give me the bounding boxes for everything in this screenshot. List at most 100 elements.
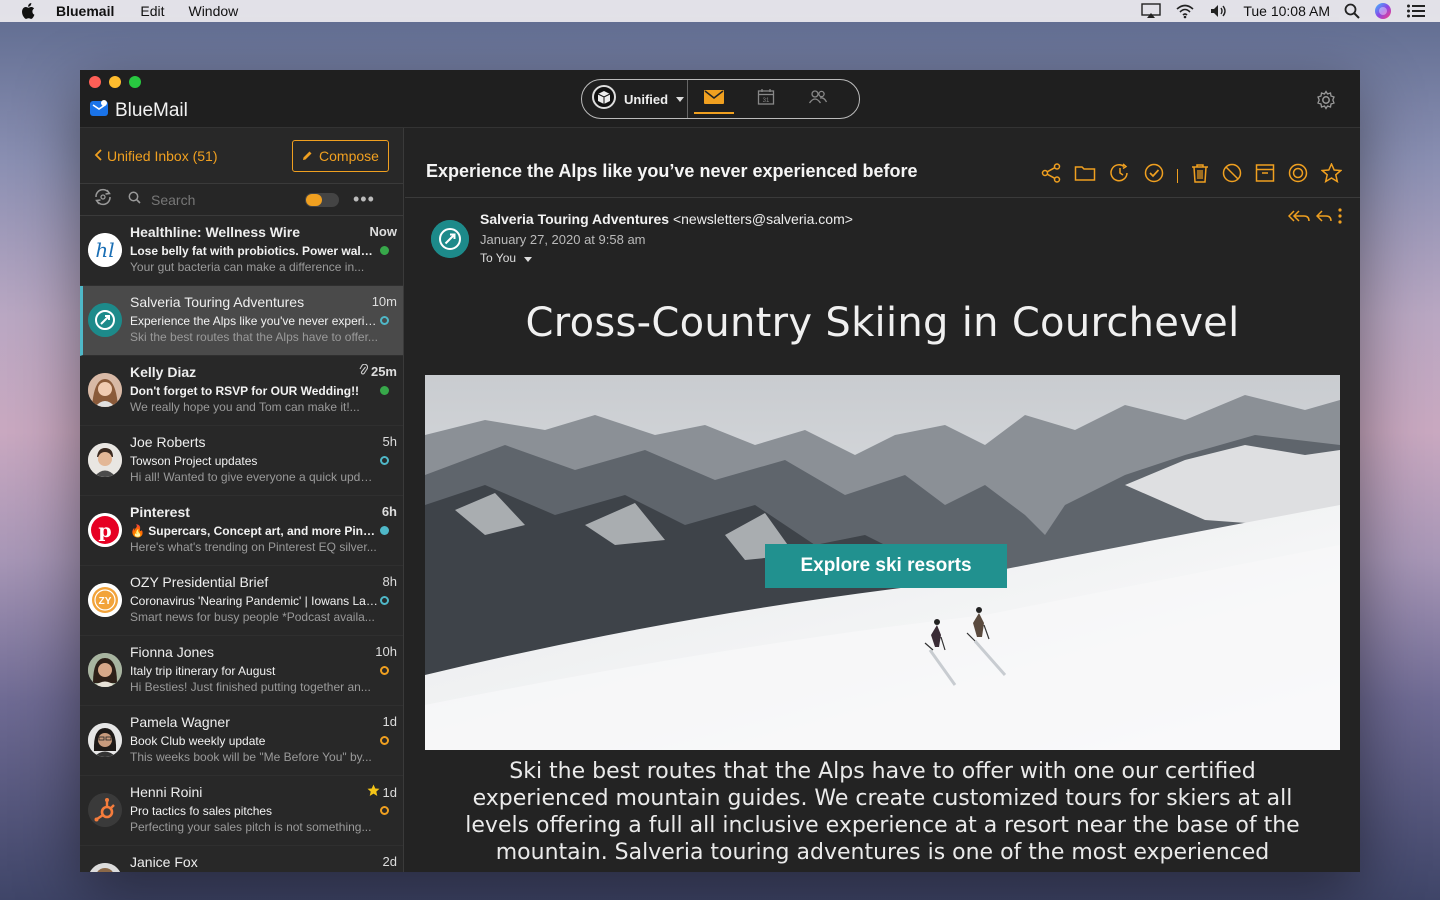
subject-line: Towson Project updates bbox=[130, 454, 258, 468]
svg-text:ZY: ZY bbox=[99, 596, 112, 607]
trash-icon[interactable] bbox=[1191, 163, 1209, 188]
list-item-selected[interactable]: Salveria Touring Adventures 10m Experien… bbox=[80, 286, 403, 356]
gear-icon bbox=[1316, 90, 1336, 114]
time-label: 8h bbox=[382, 574, 397, 589]
archive-icon[interactable] bbox=[1255, 163, 1275, 188]
bluemail-window: BlueMail Unified 31 Unified Inbox (51) C… bbox=[80, 70, 1360, 872]
compose-button[interactable]: Compose bbox=[292, 139, 389, 172]
search-input[interactable]: Search bbox=[151, 192, 291, 208]
wifi-icon[interactable] bbox=[1175, 3, 1195, 19]
app-menu[interactable]: Bluemail bbox=[56, 3, 114, 19]
preview-text: Perfecting your sales pitch is not somet… bbox=[130, 820, 372, 834]
sender-name: Healthline: Wellness Wire bbox=[130, 224, 300, 240]
sender-name: Kelly Diaz bbox=[130, 364, 197, 380]
unread-indicator[interactable] bbox=[380, 526, 389, 535]
settings-button[interactable] bbox=[1316, 90, 1336, 115]
tab-people[interactable] bbox=[792, 80, 844, 118]
mark-done-icon[interactable] bbox=[1144, 163, 1164, 188]
time-label: 1d bbox=[382, 714, 397, 729]
reply-icon[interactable] bbox=[1315, 209, 1332, 228]
recipients-toggle[interactable]: To You bbox=[480, 251, 533, 265]
spotlight-search-icon[interactable] bbox=[1344, 3, 1360, 19]
sender-name: Salveria Touring Adventures bbox=[130, 294, 305, 310]
label-circle-icon[interactable] bbox=[1288, 163, 1308, 188]
apple-menu-icon[interactable] bbox=[0, 3, 56, 19]
snooze-icon[interactable] bbox=[1109, 162, 1131, 189]
folder-icon[interactable] bbox=[1074, 164, 1096, 187]
reply-all-icon[interactable] bbox=[1287, 209, 1310, 228]
minimize-window-button[interactable] bbox=[109, 76, 121, 88]
list-item[interactable]: hl Healthline: Wellness Wire Now Lose be… bbox=[80, 216, 403, 286]
recipients-label: To You bbox=[480, 251, 517, 265]
window-controls bbox=[89, 76, 141, 88]
mail-list: hl Healthline: Wellness Wire Now Lose be… bbox=[80, 216, 403, 872]
edit-menu[interactable]: Edit bbox=[140, 3, 164, 19]
subject-line: Experience the Alps like you've never ex… bbox=[130, 314, 378, 328]
sender-name: Pinterest bbox=[130, 504, 190, 520]
time-value: 25m bbox=[370, 364, 397, 379]
time-label: 1d bbox=[367, 784, 397, 800]
read-indicator[interactable] bbox=[380, 736, 389, 745]
more-options-icon[interactable]: ••• bbox=[353, 189, 375, 210]
notification-center-icon[interactable] bbox=[1406, 3, 1426, 19]
window-menu[interactable]: Window bbox=[188, 3, 238, 19]
list-item[interactable]: Joe Roberts 5h Towson Project updates Hi… bbox=[80, 426, 403, 496]
sender-display-name: Salveria Touring Adventures bbox=[480, 211, 670, 227]
list-item[interactable]: Henni Roini 1d Pro tactics fo sales pitc… bbox=[80, 776, 403, 846]
reply-actions bbox=[1287, 208, 1342, 229]
people-icon bbox=[808, 89, 828, 110]
focused-inbox-toggle[interactable] bbox=[305, 192, 339, 207]
read-indicator[interactable] bbox=[380, 316, 389, 325]
sender-name: Fionna Jones bbox=[130, 644, 215, 660]
svg-text:31: 31 bbox=[763, 98, 770, 104]
pinterest-logo-icon: p bbox=[88, 513, 122, 547]
list-item[interactable]: p Pinterest 6h 🔥 Supercars, Concept art,… bbox=[80, 496, 403, 566]
read-indicator[interactable] bbox=[380, 456, 389, 465]
salveria-logo-icon bbox=[431, 220, 469, 258]
tab-mail[interactable] bbox=[688, 80, 740, 118]
star-outline-icon[interactable] bbox=[1320, 162, 1343, 188]
star-filled-icon[interactable] bbox=[367, 784, 380, 800]
volume-icon[interactable] bbox=[1209, 3, 1229, 19]
brand: BlueMail bbox=[89, 98, 188, 123]
unread-indicator[interactable] bbox=[380, 386, 389, 395]
list-item[interactable]: Janice Fox 2d bbox=[80, 846, 403, 872]
airplay-icon[interactable] bbox=[1141, 3, 1162, 19]
preview-text: Smart news for busy people *Podcast avai… bbox=[130, 610, 375, 624]
account-selector[interactable]: Unified bbox=[582, 80, 688, 118]
list-item[interactable]: Pamela Wagner 1d Book Club weekly update… bbox=[80, 706, 403, 776]
message-toolbar bbox=[1041, 162, 1343, 189]
newsletter-heading: Cross-Country Skiing in Courchevel bbox=[525, 300, 1240, 346]
explore-ski-resorts-button[interactable]: Explore ski resorts bbox=[765, 544, 1007, 588]
envelope-icon bbox=[704, 89, 724, 109]
preview-text: Hi all! Wanted to give everyone a quick … bbox=[130, 470, 378, 484]
back-to-inbox-link[interactable]: Unified Inbox (51) bbox=[94, 148, 218, 164]
list-item[interactable]: Kelly Diaz 25m Don't forget to RSVP for … bbox=[80, 356, 403, 426]
read-indicator[interactable] bbox=[380, 666, 389, 675]
more-vertical-icon[interactable] bbox=[1338, 208, 1342, 229]
share-icon[interactable] bbox=[1041, 163, 1061, 188]
list-item[interactable]: Fionna Jones 10h Italy trip itinerary fo… bbox=[80, 636, 403, 706]
sender-details: Salveria Touring Adventures <newsletters… bbox=[405, 198, 1360, 278]
view-switcher: Unified 31 bbox=[581, 79, 860, 119]
menu-clock[interactable]: Tue 10:08 AM bbox=[1243, 3, 1330, 19]
siri-icon[interactable] bbox=[1374, 2, 1392, 20]
list-item[interactable]: ZY OZY Presidential Brief 8h Coronavirus… bbox=[80, 566, 403, 636]
time-label: 6h bbox=[381, 504, 397, 519]
read-indicator[interactable] bbox=[380, 596, 389, 605]
block-sender-icon[interactable] bbox=[1222, 163, 1242, 188]
tab-calendar[interactable]: 31 bbox=[740, 80, 792, 118]
chevron-down-icon bbox=[676, 90, 685, 108]
close-window-button[interactable] bbox=[89, 76, 101, 88]
message-subject: Experience the Alps like you’ve never ex… bbox=[426, 161, 918, 181]
unread-indicator[interactable] bbox=[380, 246, 389, 255]
read-indicator[interactable] bbox=[380, 806, 389, 815]
message-header: Experience the Alps like you’ve never ex… bbox=[405, 128, 1360, 198]
sender-line[interactable]: Salveria Touring Adventures <newsletters… bbox=[480, 211, 853, 227]
preview-text: Hi Besties! Just finished putting togeth… bbox=[130, 680, 371, 694]
avatar bbox=[88, 863, 122, 872]
title-bar: BlueMail Unified 31 bbox=[80, 70, 1360, 128]
refresh-sync-icon[interactable] bbox=[92, 188, 114, 211]
subject-line: Pro tactics fo sales pitches bbox=[130, 804, 273, 818]
zoom-window-button[interactable] bbox=[129, 76, 141, 88]
